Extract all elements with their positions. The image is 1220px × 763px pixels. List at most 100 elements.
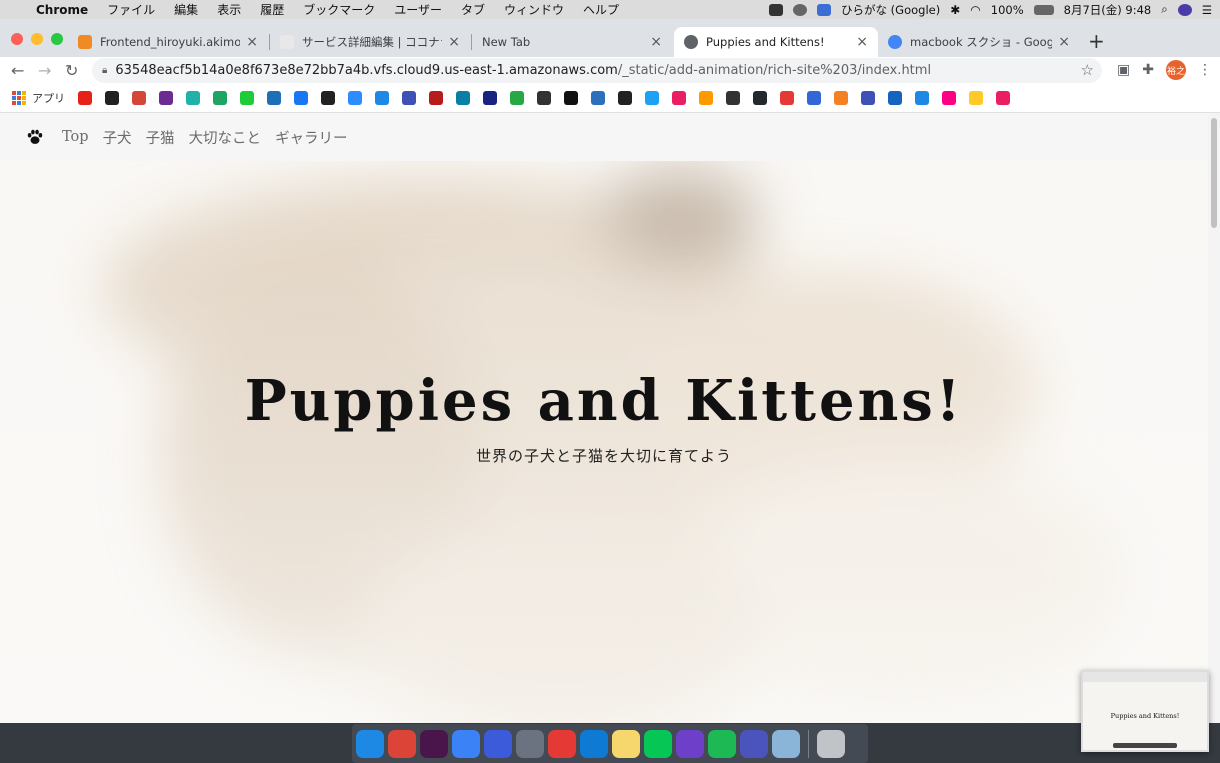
minimize-window-button[interactable] (31, 33, 43, 45)
dock-app-10-icon[interactable] (644, 729, 672, 758)
bookmark-33-icon[interactable] (942, 91, 956, 105)
bookmark-9-icon[interactable] (294, 91, 308, 105)
extensions-puzzle-icon[interactable]: ✚ (1142, 62, 1154, 78)
bookmark-30-icon[interactable] (861, 91, 875, 105)
close-tab-icon[interactable]: × (1058, 34, 1070, 50)
dock-app-8-icon[interactable] (580, 729, 608, 758)
profile-avatar[interactable]: 裕之 (1166, 60, 1186, 80)
close-tab-icon[interactable]: × (856, 34, 868, 50)
page-scrollbar-thumb[interactable] (1211, 118, 1217, 228)
clock[interactable]: 8月7日(金) 9:48 (1064, 2, 1152, 18)
battery-percent[interactable]: 100% (991, 3, 1024, 17)
bookmark-34-icon[interactable] (969, 91, 983, 105)
dock-app-11-icon[interactable] (676, 729, 704, 758)
bookmark-21-icon[interactable] (618, 91, 632, 105)
menu-people[interactable]: ユーザー (394, 1, 442, 18)
bookmark-15-icon[interactable] (456, 91, 470, 105)
bookmark-12-icon[interactable] (375, 91, 389, 105)
dock-app-15-icon[interactable] (817, 729, 845, 758)
bookmark-5-icon[interactable] (186, 91, 200, 105)
bookmark-25-icon[interactable] (726, 91, 740, 105)
reload-icon[interactable]: ↻ (65, 61, 78, 80)
bookmark-star-icon[interactable]: ☆ (1081, 61, 1094, 79)
battery-icon[interactable] (1033, 4, 1054, 15)
new-tab-plus-icon[interactable]: + (1088, 29, 1105, 53)
bookmark-22-icon[interactable] (645, 91, 659, 105)
menu-history[interactable]: 履歴 (260, 1, 284, 18)
bookmark-18-icon[interactable] (537, 91, 551, 105)
dock-app-6-icon[interactable] (516, 729, 544, 758)
nav-link-kittens[interactable]: 子猫 (146, 127, 175, 148)
dock-app-5-icon[interactable] (484, 729, 512, 758)
paw-logo-icon[interactable] (26, 128, 44, 146)
bookmark-10-icon[interactable] (321, 91, 335, 105)
input-method-label[interactable]: ひらがな (Google) (841, 2, 940, 18)
bookmark-32-icon[interactable] (915, 91, 929, 105)
bookmark-29-icon[interactable] (834, 91, 848, 105)
bluetooth-icon[interactable]: ✱ (950, 3, 960, 17)
menu-edit[interactable]: 編集 (174, 1, 198, 18)
bookmark-23-icon[interactable] (672, 91, 686, 105)
bookmark-13-icon[interactable] (402, 91, 416, 105)
nav-link-top[interactable]: Top (62, 129, 89, 145)
tab-coconala[interactable]: サービス詳細編集 | ココナラ × (270, 27, 470, 57)
tab-aws[interactable]: Frontend_hiroyuki.akimoto - AW × (68, 27, 268, 57)
input-method-icon[interactable] (817, 3, 832, 16)
bookmark-27-icon[interactable] (780, 91, 794, 105)
screenshot-preview-thumbnail[interactable]: Puppies and Kittens! (1081, 670, 1209, 752)
menu-window[interactable]: ウィンドウ (504, 1, 564, 18)
dock-app-7-icon[interactable] (548, 729, 576, 758)
bookmark-1-icon[interactable] (78, 91, 92, 105)
dock-app-13-icon[interactable] (740, 729, 768, 758)
close-tab-icon[interactable]: × (650, 34, 662, 50)
dock-app-14-icon[interactable] (772, 729, 800, 758)
bookmark-19-icon[interactable] (564, 91, 578, 105)
bookmark-6-icon[interactable] (213, 91, 227, 105)
menu-file[interactable]: ファイル (107, 1, 155, 18)
close-window-button[interactable] (11, 33, 23, 45)
menu-view[interactable]: 表示 (217, 1, 241, 18)
back-arrow-icon[interactable]: ← (11, 61, 24, 80)
dock-app-9-icon[interactable] (612, 729, 640, 758)
dock-app-1-icon[interactable] (356, 729, 384, 758)
close-tab-icon[interactable]: × (448, 34, 460, 50)
menu-app-name[interactable]: Chrome (36, 3, 88, 17)
bookmark-35-icon[interactable] (996, 91, 1010, 105)
dock-app-3-icon[interactable] (420, 729, 448, 758)
bookmark-8-icon[interactable] (267, 91, 281, 105)
bookmark-11-icon[interactable] (348, 91, 362, 105)
bookmark-17-icon[interactable] (510, 91, 524, 105)
bookmark-20-icon[interactable] (591, 91, 605, 105)
address-bar[interactable]: 🔒︎ 63548eacf5b14a0e8f673e8e72bb7a4b.vfs.… (92, 58, 1102, 83)
bookmark-26-icon[interactable] (753, 91, 767, 105)
cloud-status-icon[interactable] (793, 3, 808, 16)
control-center-icon[interactable]: ☰ (1202, 3, 1212, 17)
nav-link-important[interactable]: 大切なこと (189, 127, 262, 148)
lock-icon[interactable]: 🔒︎ (102, 65, 107, 76)
bookmark-3-icon[interactable] (132, 91, 146, 105)
bookmark-16-icon[interactable] (483, 91, 497, 105)
line-status-icon[interactable] (769, 3, 784, 16)
zoom-window-button[interactable] (51, 33, 63, 45)
tab-puppies-and-kittens[interactable]: Puppies and Kittens! × (674, 27, 878, 57)
reading-list-icon[interactable]: ▣ (1117, 62, 1130, 78)
menu-help[interactable]: ヘルプ (583, 1, 619, 18)
tab-new-tab[interactable]: New Tab × (472, 27, 672, 57)
bookmark-31-icon[interactable] (888, 91, 902, 105)
apps-shortcut-label[interactable]: アプリ (32, 90, 65, 106)
bookmark-2-icon[interactable] (105, 91, 119, 105)
spotlight-search-icon[interactable]: ⌕ (1161, 2, 1167, 17)
forward-arrow-icon[interactable]: → (38, 61, 51, 80)
nav-link-puppies[interactable]: 子犬 (103, 127, 132, 148)
dock-app-4-icon[interactable] (452, 729, 480, 758)
bookmark-28-icon[interactable] (807, 91, 821, 105)
chrome-menu-kebab-icon[interactable]: ⋮ (1198, 62, 1212, 78)
wifi-icon[interactable]: ◠ (970, 3, 980, 17)
bookmark-14-icon[interactable] (429, 91, 443, 105)
apps-grid-icon[interactable] (12, 91, 26, 105)
dock-app-2-icon[interactable] (388, 729, 416, 758)
bookmark-24-icon[interactable] (699, 91, 713, 105)
menu-tab[interactable]: タブ (461, 1, 485, 18)
bookmark-7-icon[interactable] (240, 91, 254, 105)
tab-google-search[interactable]: macbook スクショ - Google 検索 × (878, 27, 1080, 57)
